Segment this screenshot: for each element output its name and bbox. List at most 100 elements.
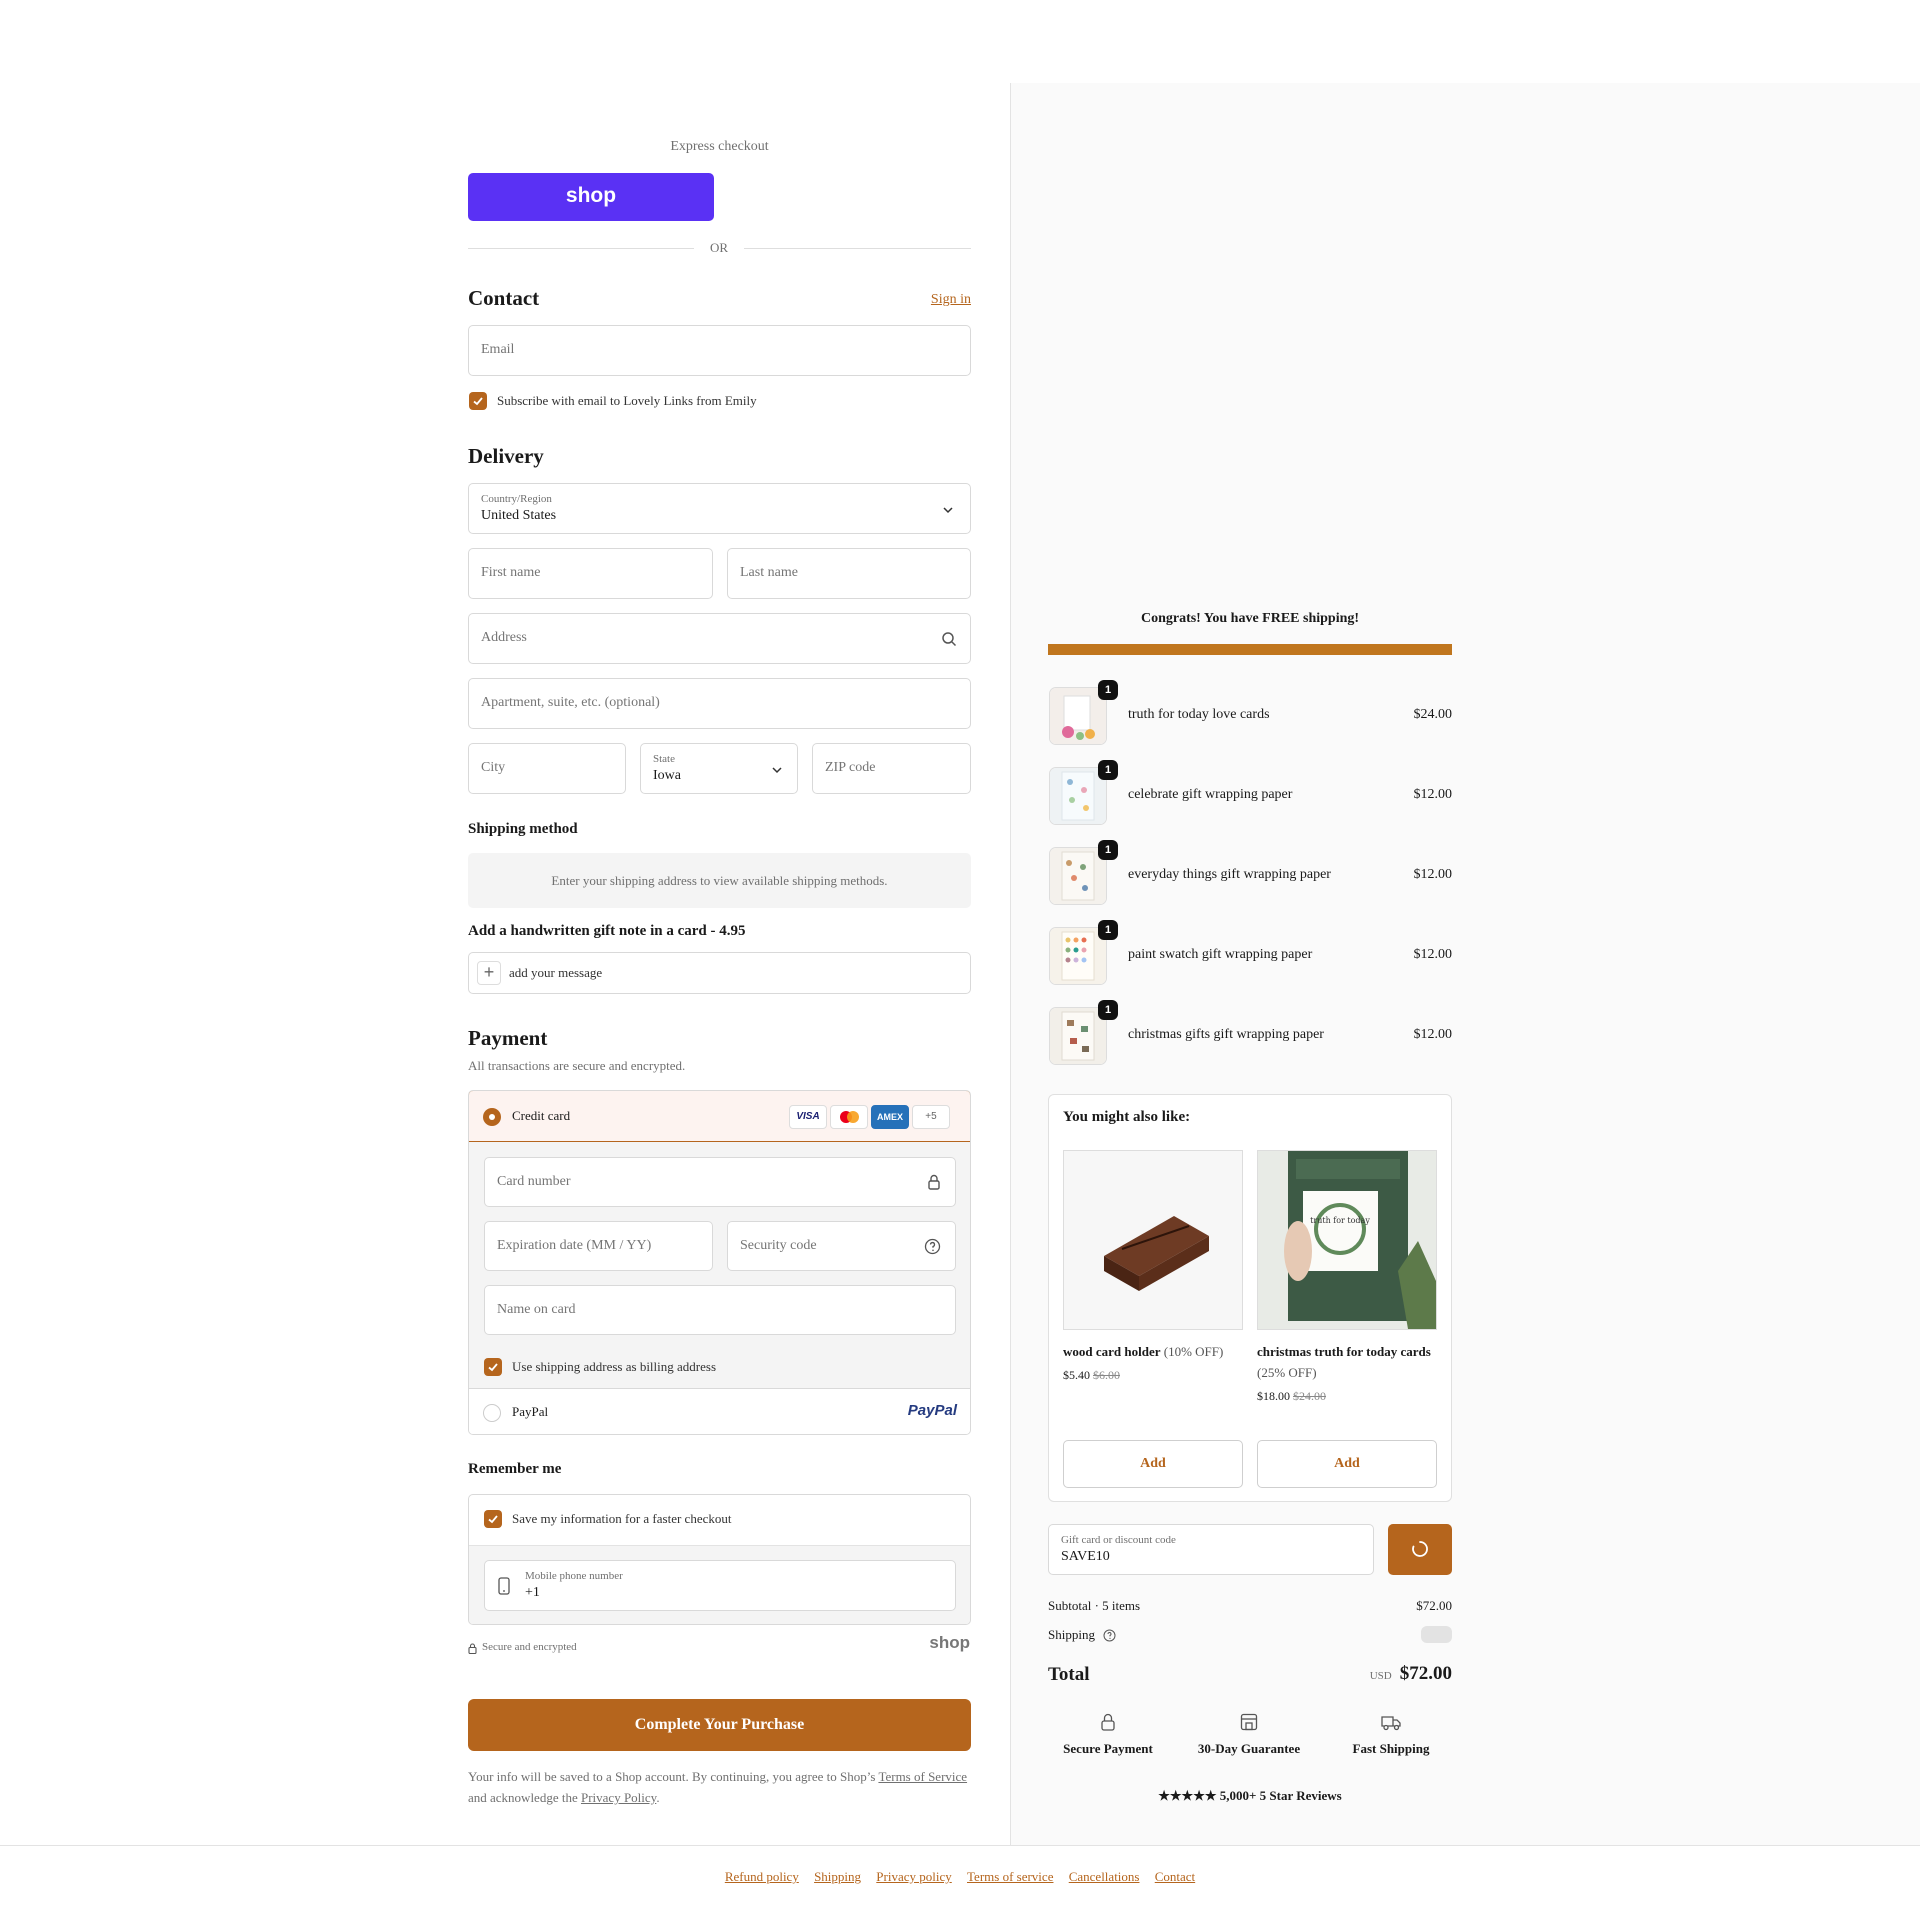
- footer-link-privacy-policy[interactable]: Privacy policy: [876, 1869, 951, 1884]
- mobile-phone-label: Mobile phone number: [525, 1570, 623, 1582]
- footer-link-cancellations[interactable]: Cancellations: [1069, 1869, 1140, 1884]
- add-upsell-button[interactable]: Add: [1257, 1440, 1437, 1488]
- address-field[interactable]: Address: [468, 613, 971, 664]
- amex-icon: AMEX: [871, 1105, 909, 1129]
- or-divider-text: OR: [709, 240, 729, 255]
- trust-badge: Fast Shipping: [1331, 1712, 1451, 1757]
- free-shipping-progress-fill: [1048, 644, 1452, 655]
- terms-of-service-link[interactable]: Terms of Service: [878, 1769, 967, 1784]
- payment-methods-box: Credit card VISA AMEX +5 Card number Exp…: [468, 1090, 971, 1435]
- mastercard-icon: [830, 1105, 868, 1129]
- subtotal-value: $72.00: [1416, 1598, 1452, 1613]
- upsell-product-discount: (25% OFF): [1257, 1365, 1317, 1380]
- line-item-name: celebrate gift wrapping paper: [1128, 787, 1293, 802]
- trust-badge: 30-Day Guarantee: [1189, 1712, 1309, 1757]
- upsell-product-price: $18.00: [1257, 1389, 1290, 1403]
- credit-card-radio[interactable]: [483, 1108, 501, 1126]
- shop-logo: shop: [565, 184, 617, 207]
- privacy-policy-link[interactable]: Privacy Policy: [581, 1790, 656, 1805]
- upsell-product-discount: (10% OFF): [1163, 1344, 1224, 1359]
- visa-icon: VISA: [789, 1105, 827, 1129]
- zip-placeholder: ZIP code: [825, 760, 876, 775]
- upsell-product-name: wood card holder: [1063, 1344, 1161, 1359]
- discount-code-label: Gift card or discount code: [1061, 1534, 1176, 1546]
- complete-purchase-button[interactable]: Complete Your Purchase: [468, 1699, 971, 1751]
- mobile-phone-icon: [498, 1577, 510, 1595]
- state-label: State: [653, 753, 675, 765]
- upsell-product-price: $5.40: [1063, 1368, 1090, 1382]
- express-checkout-label: Express checkout: [670, 139, 769, 154]
- gift-note-field[interactable]: + add your message: [468, 952, 971, 994]
- footer-divider: [0, 1845, 1920, 1846]
- discount-code-field[interactable]: Gift card or discount code SAVE10: [1048, 1524, 1374, 1575]
- paypal-option[interactable]: PayPal PayPal: [469, 1388, 970, 1434]
- paypal-logo: PayPal: [907, 1402, 957, 1419]
- gift-note-title: Add a handwritten gift note in a card - …: [468, 923, 746, 939]
- total-value: $72.00: [1399, 1663, 1452, 1684]
- legal-notice: Your info will be saved to a Shop accoun…: [468, 1769, 968, 1805]
- lock-icon: [468, 1643, 477, 1654]
- shop-pay-button[interactable]: shop: [468, 173, 714, 221]
- gift-note-label: add your message: [509, 965, 603, 980]
- sign-in-link[interactable]: Sign in: [931, 292, 971, 308]
- truck-icon: [1381, 1716, 1401, 1731]
- first-name-field[interactable]: First name: [468, 548, 713, 599]
- billing-same-checkbox[interactable]: [484, 1358, 502, 1376]
- mobile-phone-field[interactable]: Mobile phone number +1: [484, 1560, 956, 1611]
- reviews-summary: ★★★★★ 5,000+ 5 Star Reviews: [1158, 1788, 1342, 1803]
- remember-me-title: Remember me: [468, 1461, 562, 1477]
- currency-code: USD: [1369, 1670, 1392, 1682]
- line-item-price: $12.00: [1413, 1027, 1453, 1042]
- country-select[interactable]: Country/Region United States: [468, 483, 971, 534]
- last-name-field[interactable]: Last name: [727, 548, 971, 599]
- credit-card-option[interactable]: Credit card VISA AMEX +5: [469, 1091, 970, 1142]
- shipping-method-notice: Enter your shipping address to view avai…: [468, 853, 971, 908]
- paypal-radio[interactable]: [483, 1404, 501, 1422]
- free-shipping-progress-track: [1048, 644, 1452, 655]
- add-upsell-button[interactable]: Add: [1063, 1440, 1243, 1488]
- shop-logo: shop: [929, 1633, 970, 1652]
- save-info-label: Save my information for a faster checkou…: [512, 1511, 732, 1526]
- save-info-checkbox[interactable]: [484, 1510, 502, 1528]
- help-icon[interactable]: [924, 1238, 941, 1255]
- expiration-field[interactable]: Expiration date (MM / YY): [484, 1221, 713, 1271]
- upsell-product-old-price: $6.00: [1093, 1368, 1120, 1382]
- card-details-panel: Card number Expiration date (MM / YY) Se…: [469, 1142, 970, 1388]
- subscribe-checkbox[interactable]: [469, 392, 487, 410]
- state-select[interactable]: State Iowa: [640, 743, 798, 794]
- free-shipping-message: Congrats! You have FREE shipping!: [1140, 611, 1360, 626]
- help-icon[interactable]: [1103, 1629, 1116, 1642]
- order-summary-panel: [1010, 83, 1920, 1845]
- shipping-label: Shipping: [1048, 1627, 1095, 1642]
- name-on-card-field[interactable]: Name on card: [484, 1285, 956, 1335]
- footer-link-refund-policy[interactable]: Refund policy: [725, 1869, 799, 1884]
- or-divider-right: [744, 248, 971, 249]
- loading-spinner-icon: [1412, 1541, 1428, 1557]
- line-item-name: christmas gifts gift wrapping paper: [1128, 1027, 1324, 1042]
- line-item-name: truth for today love cards: [1128, 707, 1270, 722]
- shipping-value-placeholder: [1421, 1626, 1452, 1643]
- zip-field[interactable]: ZIP code: [812, 743, 971, 794]
- secure-encrypted-text: Secure and encrypted: [482, 1641, 577, 1653]
- footer-link-shipping[interactable]: Shipping: [814, 1869, 861, 1884]
- lock-icon: [928, 1174, 940, 1190]
- email-field[interactable]: Email: [468, 325, 971, 376]
- total-amount: USD $72.00: [1370, 1663, 1452, 1685]
- apply-discount-button[interactable]: [1388, 1524, 1452, 1575]
- line-item-name: paint swatch gift wrapping paper: [1128, 947, 1313, 962]
- name-on-card-placeholder: Name on card: [497, 1302, 576, 1317]
- city-field[interactable]: City: [468, 743, 626, 794]
- first-name-placeholder: First name: [481, 565, 541, 580]
- security-code-field[interactable]: Security code: [727, 1221, 956, 1271]
- card-number-field[interactable]: Card number: [484, 1157, 956, 1207]
- footer-link-contact[interactable]: Contact: [1155, 1869, 1195, 1884]
- security-code-placeholder: Security code: [740, 1238, 817, 1253]
- footer-link-terms-of-service[interactable]: Terms of service: [967, 1869, 1053, 1884]
- country-label: Country/Region: [481, 493, 552, 505]
- more-cards-badge: +5: [912, 1105, 950, 1129]
- trust-badge: Secure Payment: [1048, 1712, 1168, 1757]
- line-item-price: $12.00: [1413, 787, 1453, 802]
- apartment-field[interactable]: Apartment, suite, etc. (optional): [468, 678, 971, 729]
- shipping-method-title: Shipping method: [468, 821, 578, 837]
- upsell-product-image: truth for today: [1257, 1150, 1437, 1330]
